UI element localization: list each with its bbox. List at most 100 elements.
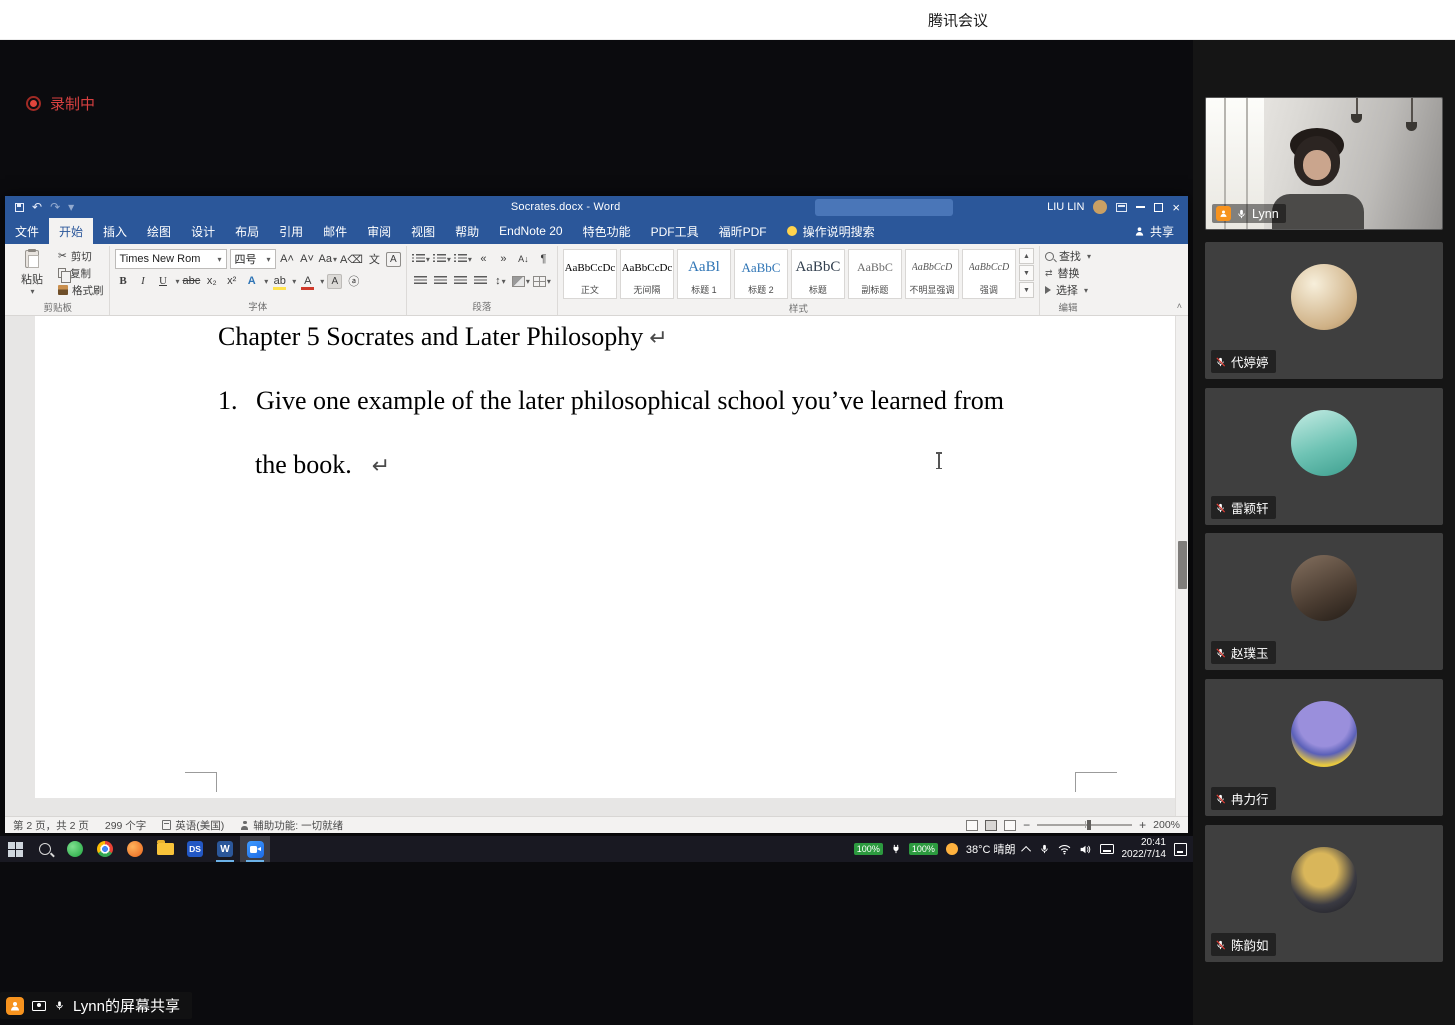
borders-button[interactable]: ▾ [532,272,551,291]
font-group-label[interactable]: 字体 [115,297,401,315]
taskbar-app-orange[interactable] [120,836,150,862]
paragraph-group-label[interactable]: 段落 [412,297,552,315]
tab-review[interactable]: 审阅 [357,218,401,244]
bold-button[interactable]: B [115,272,132,291]
taskbar-app-green[interactable] [60,836,90,862]
tab-foxit-pdf[interactable]: 福昕PDF [709,218,777,244]
taskbar-ds-app[interactable]: DS [180,836,210,862]
copy-button[interactable]: 复制 [58,265,104,283]
tab-endnote[interactable]: EndNote 20 [489,218,572,244]
collapse-ribbon-icon[interactable]: ˄ [1177,301,1182,311]
find-button[interactable]: 查找 ▾ [1044,248,1091,264]
search-box[interactable] [815,199,953,216]
zoom-in-button[interactable]: + [1139,818,1146,832]
undo-icon[interactable]: ↶ [32,201,42,213]
justify-button[interactable] [472,272,489,291]
tray-overflow-icon[interactable] [1020,845,1031,856]
participant-tile[interactable]: 赵璞玉 [1205,533,1443,670]
participant-tile[interactable]: 雷颖轩 [1205,388,1443,525]
save-icon[interactable] [15,202,24,212]
participant-tile-lynn[interactable]: Lynn [1205,97,1443,230]
subscript-button[interactable]: x₂ [203,272,220,291]
align-center-button[interactable] [432,272,449,291]
gallery-down-icon[interactable]: ▼ [1018,265,1034,281]
speaker-icon[interactable] [1079,844,1092,855]
print-layout-icon[interactable] [985,819,998,831]
accessibility-status[interactable]: 辅助功能: 一切就绪 [240,818,343,833]
font-color-button[interactable]: A [299,272,316,291]
vertical-scrollbar[interactable] [1175,316,1188,816]
numbering-button[interactable]: ▾ [432,250,451,269]
decrease-indent-button[interactable]: « [475,250,492,269]
superscript-button[interactable]: x² [223,272,240,291]
tab-references[interactable]: 引用 [269,218,313,244]
tab-draw[interactable]: 绘图 [137,218,181,244]
tab-special-features[interactable]: 特色功能 [573,218,641,244]
editing-group-label[interactable]: 编辑 [1045,298,1091,316]
search-button[interactable] [30,836,60,862]
tell-me-search[interactable]: 操作说明搜索 [777,218,885,244]
font-size-combo[interactable]: 四号 ▾ [229,249,276,269]
highlight-color-button[interactable]: ab [271,272,288,291]
action-center-icon[interactable] [1174,842,1187,856]
shading-button[interactable]: ▾ [511,272,530,291]
participant-tile[interactable]: 代婷婷 [1205,242,1443,379]
styles-group-label[interactable]: 样式 [563,299,1034,317]
share-button[interactable]: 共享 [1120,218,1188,244]
clear-format-button[interactable]: A⌫ [340,250,363,269]
taskbar-word[interactable]: W [210,836,240,862]
select-button[interactable]: 选择 ▾ [1044,282,1091,298]
weather-widget[interactable]: 38°C 晴朗 [966,841,1016,857]
underline-button[interactable]: U [155,272,172,291]
style-emphasis[interactable]: AaBbCcD 强调 [961,249,1016,299]
zoom-level[interactable]: 200% [1153,819,1180,831]
scrollbar-thumb[interactable] [1178,541,1187,589]
strikethrough-button[interactable]: abc [183,272,201,291]
tab-insert[interactable]: 插入 [93,218,137,244]
char-border-button[interactable]: A [385,251,401,267]
text-effects-button[interactable]: A [243,272,260,291]
zoom-slider-thumb[interactable] [1086,820,1091,831]
read-mode-icon[interactable] [966,819,979,831]
maximize-button[interactable] [1154,202,1164,212]
tab-view[interactable]: 视图 [401,218,445,244]
line-spacing-button[interactable]: ↕ ▾ [492,272,509,291]
participant-tile[interactable]: 冉力行 [1205,679,1443,816]
style-normal[interactable]: AaBbCcDc 正文 [562,249,617,299]
enclose-char-button[interactable]: ⓐ [345,272,362,291]
phonetic-guide-button[interactable]: 文 [366,250,383,269]
style-subtle-emphasis[interactable]: AaBbCcD 不明显强调 [904,249,959,299]
tab-mailings[interactable]: 邮件 [313,218,357,244]
paste-button[interactable]: 粘贴 ▾ [12,248,52,298]
language-indicator[interactable]: 英语(美国) [162,818,224,833]
italic-button[interactable]: I [135,272,152,291]
file-explorer-button[interactable] [150,836,180,862]
taskbar-meeting[interactable] [240,836,270,862]
cut-button[interactable]: ✂ 剪切 [58,248,104,264]
align-left-button[interactable] [412,272,429,291]
taskbar-chrome[interactable] [90,836,120,862]
increase-indent-button[interactable]: » [495,250,512,269]
tab-pdf-tools[interactable]: PDF工具 [641,218,709,244]
style-subtitle[interactable]: AaBbC 副标题 [847,249,902,299]
web-layout-icon[interactable] [1004,819,1017,831]
redo-icon[interactable]: ↷ [50,201,60,213]
show-marks-button[interactable]: ¶ [535,250,552,269]
word-count[interactable]: 299 个字 [105,818,146,833]
change-case-button[interactable]: Aa ▾ [319,250,337,269]
customize-qat-icon[interactable]: ▾ [68,201,74,213]
account-avatar[interactable] [1093,200,1108,214]
style-no-spacing[interactable]: AaBbCcDc 无间隔 [619,249,674,299]
align-right-button[interactable] [452,272,469,291]
clipboard-group-label[interactable]: 剪贴板 [12,298,104,316]
document-page[interactable]: Chapter 5 Socrates and Later Philosophy ↵… [35,316,1175,798]
sort-button[interactable]: A↓ [515,250,532,269]
ribbon-display-options-icon[interactable] [1116,202,1128,212]
style-heading2[interactable]: AaBbC 标题 2 [733,249,788,299]
tab-design[interactable]: 设计 [181,218,225,244]
tab-help[interactable]: 帮助 [445,218,489,244]
account-name[interactable]: LIU LIN [1047,201,1084,213]
bullets-button[interactable]: ▾ [411,250,430,269]
tab-home[interactable]: 开始 [49,218,94,244]
style-heading1[interactable]: AaBl 标题 1 [676,249,731,299]
